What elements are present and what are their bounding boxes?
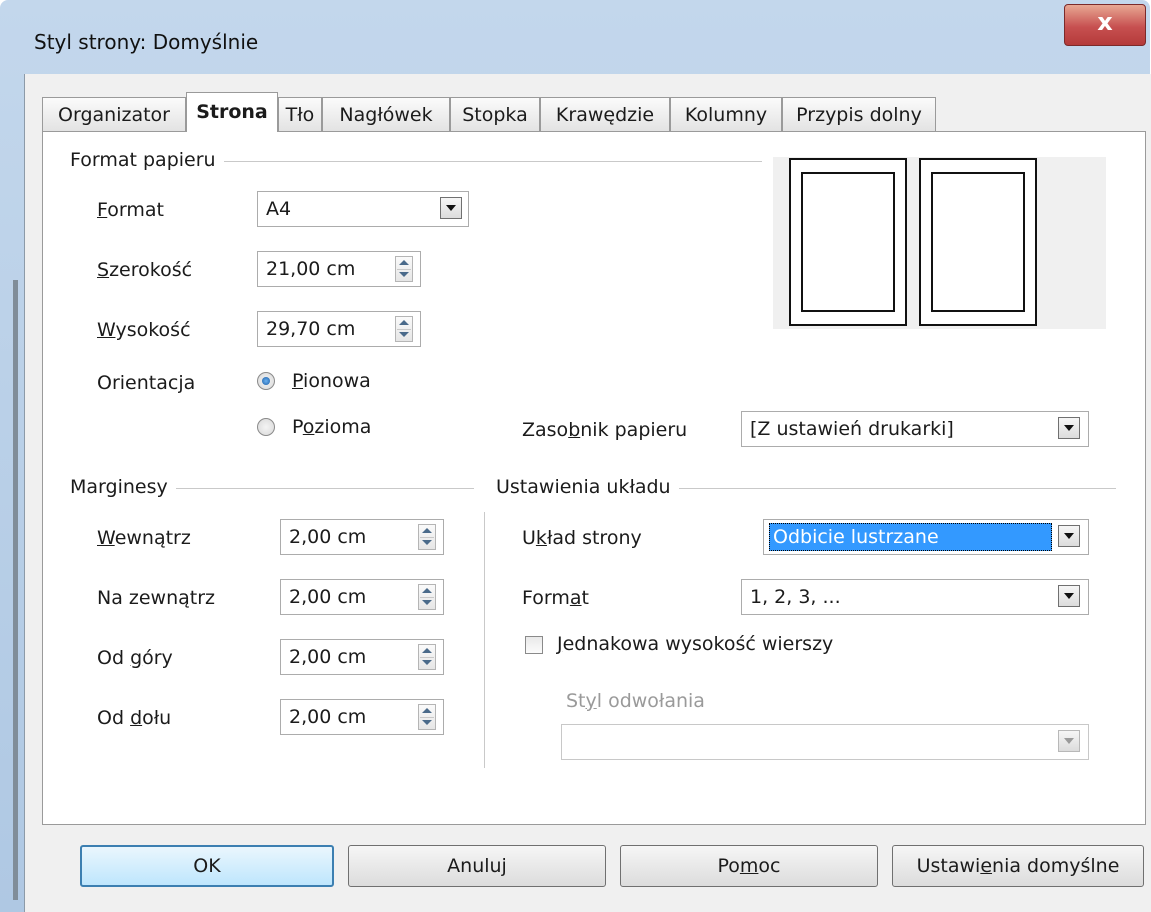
paper-format-combo[interactable]: A4 — [257, 191, 469, 227]
margin-top-field[interactable]: 2,00 cm — [280, 639, 444, 675]
paper-width-spinner[interactable] — [395, 256, 413, 282]
paper-tray-label: Zasobnik papieru — [522, 419, 688, 441]
margin-inner-spinner[interactable] — [418, 524, 436, 550]
close-button[interactable]: x — [1064, 4, 1146, 46]
tab-kolumny[interactable]: Kolumny — [670, 97, 782, 131]
window-title: Styl strony: Domyślnie — [34, 30, 259, 54]
margin-top-label: Od góry — [97, 647, 173, 669]
paper-height-value: 29,70 cm — [266, 318, 356, 340]
margin-outer-spinner[interactable] — [418, 584, 436, 610]
margin-inner-label: Wewnątrz — [97, 527, 191, 549]
numbering-format-label: Format — [522, 587, 589, 609]
ok-button[interactable]: OK — [80, 845, 334, 887]
margin-top-spinner[interactable] — [418, 644, 436, 670]
paper-tray-dropdown-button[interactable] — [1058, 417, 1080, 439]
margin-outer-field[interactable]: 2,00 cm — [280, 579, 444, 615]
layout-group-title: Ustawienia układu — [496, 476, 679, 498]
numbering-format-combo[interactable]: 1, 2, 3, ... — [741, 579, 1089, 615]
register-true-checkbox[interactable] — [525, 636, 543, 654]
margin-inner-field[interactable]: 2,00 cm — [280, 519, 444, 555]
paper-tray-combo[interactable]: [Z ustawień drukarki] — [741, 411, 1089, 447]
paper-width-label: Szerokość — [97, 259, 193, 281]
reference-style-label: Styl odwołania — [566, 690, 705, 712]
reference-style-combo[interactable] — [561, 724, 1089, 760]
help-button[interactable]: Pomoc — [620, 845, 878, 887]
landscape-radio[interactable] — [257, 418, 275, 436]
paper-height-spinner[interactable] — [395, 316, 413, 342]
tab-krawedzie[interactable]: Krawędzie — [540, 97, 670, 131]
paper-format-value: A4 — [266, 198, 292, 220]
cancel-button[interactable]: Anuluj — [348, 845, 606, 887]
page-layout-value: Odbicie lustrzane — [769, 523, 1052, 551]
register-true-label[interactable]: Jednakowa wysokość wierszy — [557, 633, 833, 655]
reference-style-dropdown-button[interactable] — [1058, 730, 1080, 752]
margin-bottom-field[interactable]: 2,00 cm — [280, 699, 444, 735]
orientation-label: Orientacja — [97, 372, 196, 394]
portrait-label[interactable]: Pionowa — [292, 370, 371, 392]
margin-bottom-spinner[interactable] — [418, 704, 436, 730]
landscape-label[interactable]: Pozioma — [292, 416, 371, 438]
margin-inner-value: 2,00 cm — [289, 526, 367, 548]
reset-defaults-button[interactable]: Ustawienia domyślne — [892, 845, 1144, 887]
margin-outer-value: 2,00 cm — [289, 586, 367, 608]
portrait-radio[interactable] — [257, 372, 275, 390]
margin-bottom-value: 2,00 cm — [289, 706, 367, 728]
paper-width-field[interactable]: 21,00 cm — [257, 251, 421, 287]
left-edge-rail — [13, 280, 18, 900]
page-layout-dropdown-button[interactable] — [1058, 525, 1080, 547]
paper-format-label: Format — [97, 199, 164, 221]
paper-group-title: Format papieru — [70, 149, 224, 171]
margins-group-title: Marginesy — [70, 476, 176, 498]
layout-group-separator — [484, 512, 485, 768]
tab-tlo[interactable]: Tło — [278, 97, 322, 131]
paper-height-field[interactable]: 29,70 cm — [257, 311, 421, 347]
margin-top-value: 2,00 cm — [289, 646, 367, 668]
tab-stopka[interactable]: Stopka — [450, 97, 540, 131]
tab-przypis-dolny[interactable]: Przypis dolny — [782, 97, 936, 131]
numbering-format-value: 1, 2, 3, ... — [750, 586, 841, 608]
numbering-format-dropdown-button[interactable] — [1058, 585, 1080, 607]
tab-organizator[interactable]: Organizator — [42, 97, 186, 131]
paper-width-value: 21,00 cm — [266, 258, 356, 280]
page-layout-label: Układ strony — [522, 527, 642, 549]
tab-strona[interactable]: Strona — [186, 92, 278, 132]
margin-bottom-label: Od dołu — [97, 707, 172, 729]
paper-format-dropdown-button[interactable] — [440, 197, 462, 219]
page-layout-combo[interactable]: Odbicie lustrzane — [763, 519, 1089, 555]
paper-tray-value: [Z ustawień drukarki] — [750, 418, 954, 440]
preview-right-page — [919, 158, 1037, 326]
margin-outer-label: Na zewnątrz — [97, 587, 216, 609]
preview-left-page — [789, 158, 907, 326]
paper-height-label: Wysokość — [97, 319, 191, 341]
tab-naglowek[interactable]: Nagłówek — [322, 97, 450, 131]
